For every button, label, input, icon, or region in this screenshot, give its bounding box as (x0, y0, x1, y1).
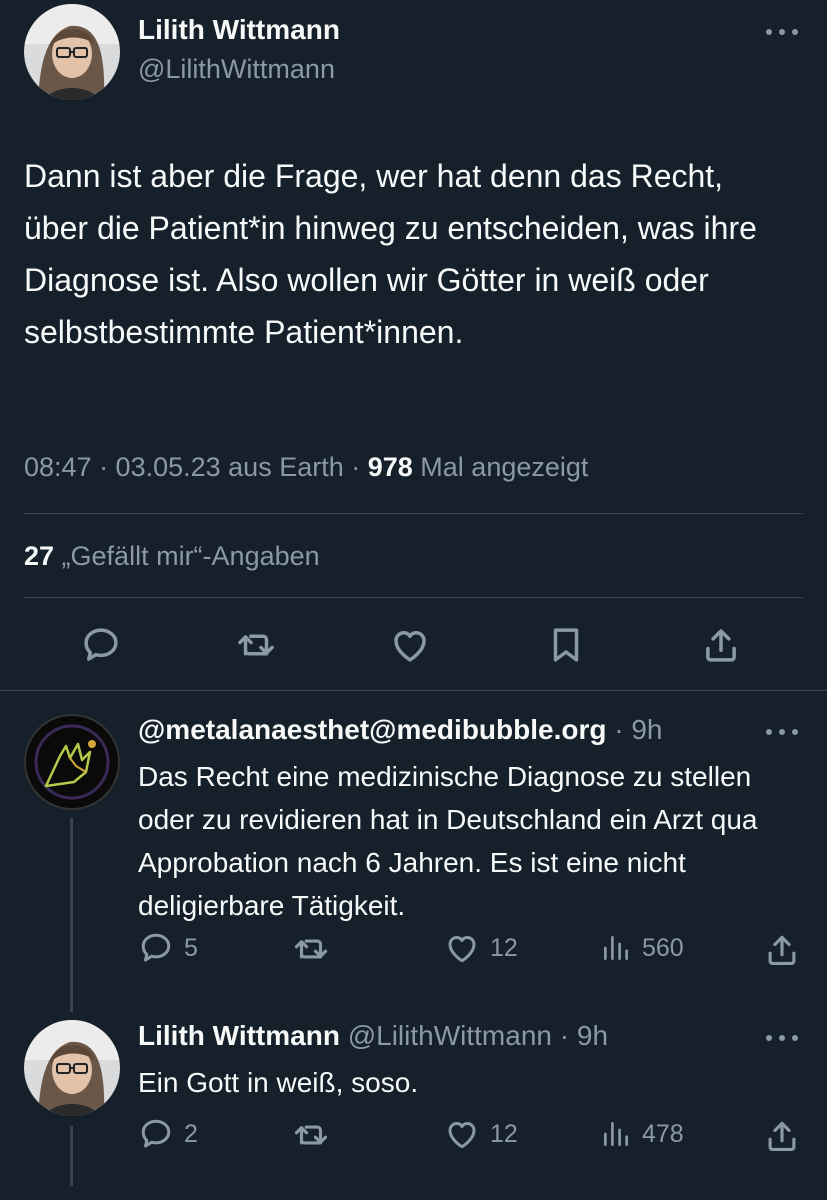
author-handle[interactable]: @LilithWittmann (138, 54, 335, 85)
divider (24, 513, 803, 514)
views-label: Mal angezeigt (412, 452, 589, 482)
share-icon[interactable] (698, 622, 744, 668)
more-icon[interactable] (762, 22, 802, 42)
like-icon (444, 1116, 480, 1152)
reply-icon[interactable] (78, 622, 124, 668)
tweet-meta: 08:47 · 03.05.23 aus Earth · 978 Mal ang… (24, 452, 588, 483)
reply-thread-line (70, 818, 73, 1012)
more-icon[interactable] (762, 722, 802, 742)
more-icon[interactable] (762, 1028, 802, 1048)
reply-text: Ein Gott in weiß, soso. (138, 1067, 419, 1098)
reply-thread-line (70, 1126, 73, 1186)
views-icon (600, 930, 632, 966)
views-icon (600, 1116, 632, 1152)
reply-time[interactable]: · 9h (614, 714, 662, 745)
views-action[interactable]: 560 (600, 930, 684, 966)
share-icon[interactable] (762, 930, 802, 970)
like-icon (444, 930, 480, 966)
reply-count: 5 (184, 933, 198, 962)
divider (24, 597, 803, 598)
reply-header: Lilith Wittmann @LilithWittmann · 9h (138, 1020, 608, 1052)
reply-author-name[interactable]: @metalanaesthet@medibubble.org (138, 714, 606, 745)
retweet-icon (292, 930, 330, 968)
view-count: 478 (642, 1119, 684, 1148)
author-name[interactable]: Lilith Wittmann (138, 14, 340, 46)
like-icon[interactable] (387, 622, 433, 668)
like-action[interactable]: 12 (444, 930, 518, 966)
reply-author-name[interactable]: Lilith Wittmann (138, 1020, 340, 1051)
author-avatar[interactable] (24, 4, 120, 100)
retweet-action[interactable] (292, 1116, 340, 1154)
reply-time[interactable]: · 9h (560, 1020, 608, 1051)
reply-icon (138, 1116, 174, 1152)
view-count: 560 (642, 933, 684, 962)
views-count: 978 (367, 452, 413, 482)
like-count: 12 (490, 933, 518, 962)
reply-action[interactable]: 5 (138, 930, 198, 966)
reply-count: 2 (184, 1119, 198, 1148)
likes-count: 27 (24, 541, 55, 571)
reply-handle[interactable]: @LilithWittmann (348, 1020, 552, 1051)
bookmark-icon[interactable] (543, 622, 589, 668)
reply-avatar[interactable] (24, 714, 120, 810)
reply-avatar[interactable] (24, 1020, 120, 1116)
reply-action[interactable]: 2 (138, 1116, 198, 1152)
likes-summary[interactable]: 27 „Gefällt mir“-Angaben (24, 541, 320, 572)
reply-text: Das Recht eine medizinische Diagnose zu … (138, 761, 758, 921)
like-count: 12 (490, 1119, 518, 1148)
views-action[interactable]: 478 (600, 1116, 684, 1152)
divider (0, 690, 827, 691)
reply-icon (138, 930, 174, 966)
reply-header: @metalanaesthet@medibubble.org · 9h (138, 714, 663, 746)
tweet-timestamp[interactable]: 08:47 · 03.05.23 aus Earth · (24, 452, 368, 482)
tweet-text: Dann ist aber die Frage, wer hat denn da… (24, 158, 757, 350)
retweet-icon[interactable] (233, 622, 279, 668)
retweet-action[interactable] (292, 930, 340, 968)
likes-label: „Gefällt mir“-Angaben (54, 541, 320, 571)
like-action[interactable]: 12 (444, 1116, 518, 1152)
share-icon[interactable] (762, 1116, 802, 1156)
retweet-icon (292, 1116, 330, 1154)
